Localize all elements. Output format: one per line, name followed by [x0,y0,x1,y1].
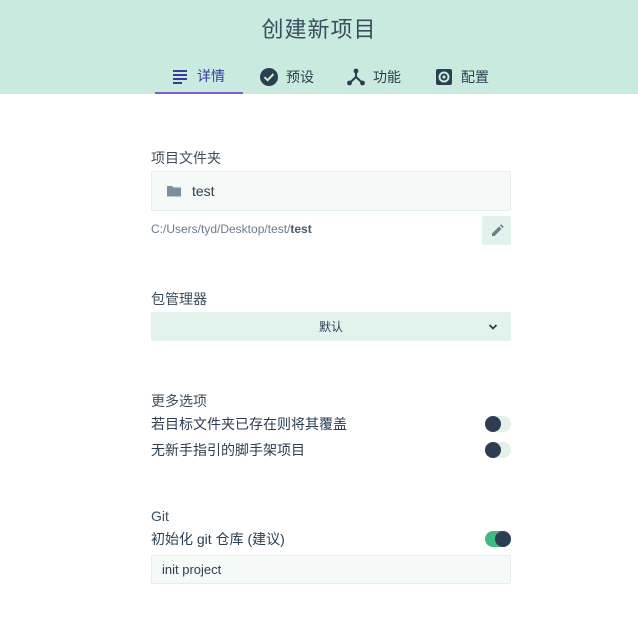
tab-presets[interactable]: 预设 [259,60,314,94]
git-init-label: 初始化 git 仓库 (建议) [151,531,285,547]
list-icon [173,70,187,84]
fork-icon [347,68,365,86]
git-label: Git [151,508,169,524]
tab-bar: 详情 预设 功能 配置 [155,60,489,94]
edit-path-button[interactable] [482,216,511,245]
tab-config-label: 配置 [461,69,489,85]
git-init-toggle[interactable] [485,531,511,547]
pencil-icon [491,223,504,236]
option-row-no-guide: 无新手指引的脚手架项目 [151,440,511,460]
tab-details-label: 详情 [197,68,225,84]
check-circle-icon [260,68,278,86]
project-folder-input[interactable]: test [151,171,511,211]
project-path: C:/Users/tyd/Desktop/test/test [151,222,312,236]
project-path-prefix: C:/Users/tyd/Desktop/test/ [151,222,291,236]
toggle-knob [485,442,501,458]
commit-message-input[interactable] [151,555,511,584]
tab-features[interactable]: 功能 [346,60,401,94]
page-title: 创建新项目 [261,17,377,42]
folder-icon [167,186,181,197]
project-folder-value: test [192,183,215,199]
tab-features-label: 功能 [373,69,401,85]
option-overwrite-label: 若目标文件夹已存在则将其覆盖 [151,416,347,432]
git-init-row: 初始化 git 仓库 (建议) [151,529,511,549]
chevron-down-icon [488,323,498,330]
header: 创建新项目 详情 预设 功能 配置 [0,0,638,94]
toggle-knob [485,416,501,432]
toggle-knob [495,531,511,547]
project-folder-label: 项目文件夹 [151,150,221,166]
tab-presets-label: 预设 [286,69,314,85]
tab-details[interactable]: 详情 [155,60,243,94]
option-no-guide-toggle[interactable] [485,442,511,458]
project-path-name: test [290,222,312,236]
package-manager-value: 默认 [318,320,343,334]
option-row-overwrite: 若目标文件夹已存在则将其覆盖 [151,414,511,434]
option-no-guide-label: 无新手指引的脚手架项目 [151,442,305,458]
package-manager-select[interactable]: 默认 [151,312,511,341]
option-overwrite-toggle[interactable] [485,416,511,432]
gear-icon [436,69,452,85]
tab-config[interactable]: 配置 [434,60,489,94]
package-manager-label: 包管理器 [151,291,207,307]
more-options-label: 更多选项 [151,393,207,409]
